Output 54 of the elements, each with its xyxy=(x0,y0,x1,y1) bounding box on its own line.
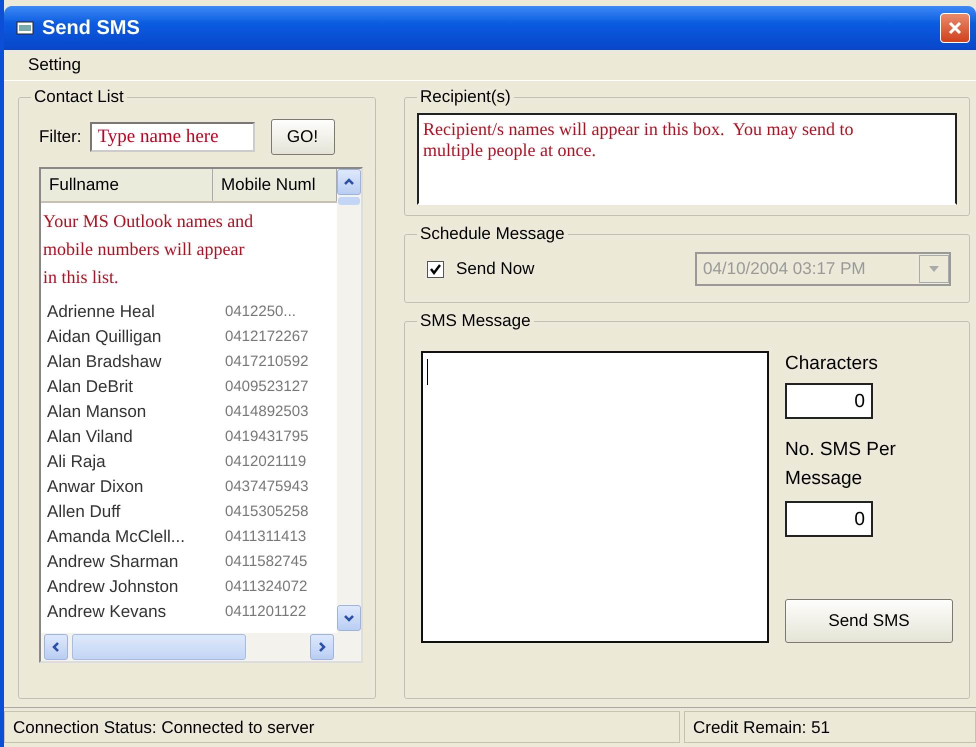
connection-status: Connection Status: Connected to server xyxy=(4,711,680,743)
mobile-cell-text: 0414892503 xyxy=(224,403,310,420)
name-cell-text: Andrew Kevans xyxy=(46,602,168,622)
menu-item[interactable]: Setting xyxy=(24,55,85,75)
scroll-thumb[interactable] xyxy=(338,197,360,205)
window-icon xyxy=(16,20,34,36)
group-title: Recipient(s) xyxy=(419,87,512,107)
dropdown-arrow-icon xyxy=(929,266,939,272)
group-title: Schedule Message xyxy=(419,224,566,244)
name-cell-text: Aidan Quilligan xyxy=(46,326,162,346)
name-cell-text: Adrienne Heal xyxy=(46,302,156,322)
mobile-cell-text: 0437475943 xyxy=(224,478,310,495)
horizontal-scrollbar[interactable] xyxy=(41,633,337,661)
name-cell-text: Andrew Sharman xyxy=(46,552,180,572)
filter-label: Filter: xyxy=(39,127,82,147)
close-icon xyxy=(947,20,963,36)
group-title: Contact List xyxy=(33,87,125,107)
name-cell-text: Alan Bradshaw xyxy=(46,352,162,372)
sms-count-label: No. SMS Per Message xyxy=(785,438,897,491)
send-now-checkbox[interactable] xyxy=(427,260,444,278)
mobile-cell-text: 0417210592 xyxy=(224,353,310,370)
name-cell-text: Anwar Dixon xyxy=(46,476,144,496)
characters-field[interactable]: 0 xyxy=(785,383,873,419)
recipients-field[interactable]: Recipient/s names will appear in this box. You may send to multiple people at once. xyxy=(417,113,957,205)
send-sms-button[interactable]: Send SMS xyxy=(785,599,953,643)
mobile-cell-text: 0419431795 xyxy=(224,428,310,445)
name-cell-text: Alan DeBrit xyxy=(46,376,134,396)
name-cell-text: Allen Duff xyxy=(46,502,122,522)
mobile-cell-text: 0412021119 xyxy=(224,453,308,470)
name-cell-text: Alan Manson xyxy=(46,402,148,422)
name-cell-text: Alan Viland xyxy=(46,426,134,446)
mobile-cell-text: 0415305258 xyxy=(224,503,310,520)
characters-label: Characters xyxy=(785,353,878,375)
name-cell-text: Amanda McClell... xyxy=(46,526,186,546)
message-field[interactable] xyxy=(421,351,769,643)
mobile-cell-text: 0411324072 xyxy=(224,578,308,595)
column-header[interactable]: Fullname xyxy=(41,169,213,201)
group-title: SMS Message xyxy=(419,311,532,331)
checkbox-label: Send Now xyxy=(456,259,534,279)
window-title: Send SMS xyxy=(42,16,141,40)
mobile-cell-text: 0409523127 xyxy=(224,378,310,395)
mobile-cell-text: 0411582745 xyxy=(224,553,308,570)
mobile-cell-text: 0411311413 xyxy=(224,528,308,545)
mobile-cell-text: 0411201122 xyxy=(224,603,308,620)
mobile-cell-text: 0412250... xyxy=(224,303,297,320)
filter-field[interactable]: Type name here xyxy=(90,122,254,152)
sms-count-field[interactable]: 0 xyxy=(785,501,873,537)
vertical-scrollbar[interactable] xyxy=(337,169,361,661)
go-button[interactable]: GO! xyxy=(270,119,334,155)
close-button[interactable] xyxy=(940,13,970,43)
credit-status: Credit Remain: 51 xyxy=(684,711,976,743)
mobile-cell-text: 0412172267 xyxy=(224,328,310,345)
name-cell-text: Ali Raja xyxy=(46,452,107,472)
name-cell-text: Andrew Johnston xyxy=(46,576,180,596)
